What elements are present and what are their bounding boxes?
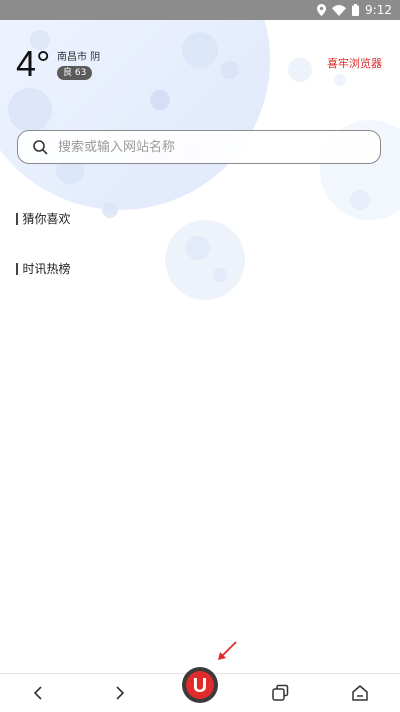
search-input[interactable] bbox=[56, 138, 360, 156]
uc-logo-icon: U bbox=[182, 667, 218, 703]
city-condition: 南昌市 阴 bbox=[57, 52, 101, 63]
section-label: 猜你喜欢 bbox=[22, 212, 71, 226]
home-button[interactable] bbox=[340, 678, 380, 708]
status-time: 9:12 bbox=[365, 3, 392, 17]
temperature: 4° bbox=[16, 43, 51, 84]
arrow-icon bbox=[218, 641, 237, 660]
section-label: 时讯热榜 bbox=[22, 262, 71, 276]
section-marker bbox=[16, 212, 18, 225]
section-recommended[interactable]: 猜你喜欢 bbox=[16, 210, 71, 227]
air-quality-badge: 良 63 bbox=[57, 66, 93, 80]
battery-icon bbox=[352, 4, 360, 16]
logo-letter: U bbox=[193, 675, 207, 697]
wifi-icon bbox=[332, 4, 347, 16]
browser-brand[interactable]: 喜牢浏览器 bbox=[327, 55, 382, 71]
location-icon bbox=[317, 4, 327, 16]
tabs-icon bbox=[272, 684, 289, 701]
search-bar[interactable] bbox=[17, 130, 381, 164]
back-icon bbox=[33, 686, 42, 700]
status-icons: 9:12 bbox=[317, 2, 392, 18]
forward-icon bbox=[116, 686, 125, 700]
back-button[interactable] bbox=[18, 678, 58, 708]
uc-logo-button[interactable]: U bbox=[180, 665, 220, 705]
home-icon bbox=[352, 685, 368, 701]
forward-button[interactable] bbox=[100, 678, 140, 708]
search-icon bbox=[33, 140, 48, 155]
tabs-button[interactable] bbox=[260, 678, 300, 708]
section-hot-news[interactable]: 时讯热榜 bbox=[16, 260, 71, 277]
section-marker bbox=[16, 262, 18, 275]
status-bar: 9:12 bbox=[0, 0, 400, 20]
